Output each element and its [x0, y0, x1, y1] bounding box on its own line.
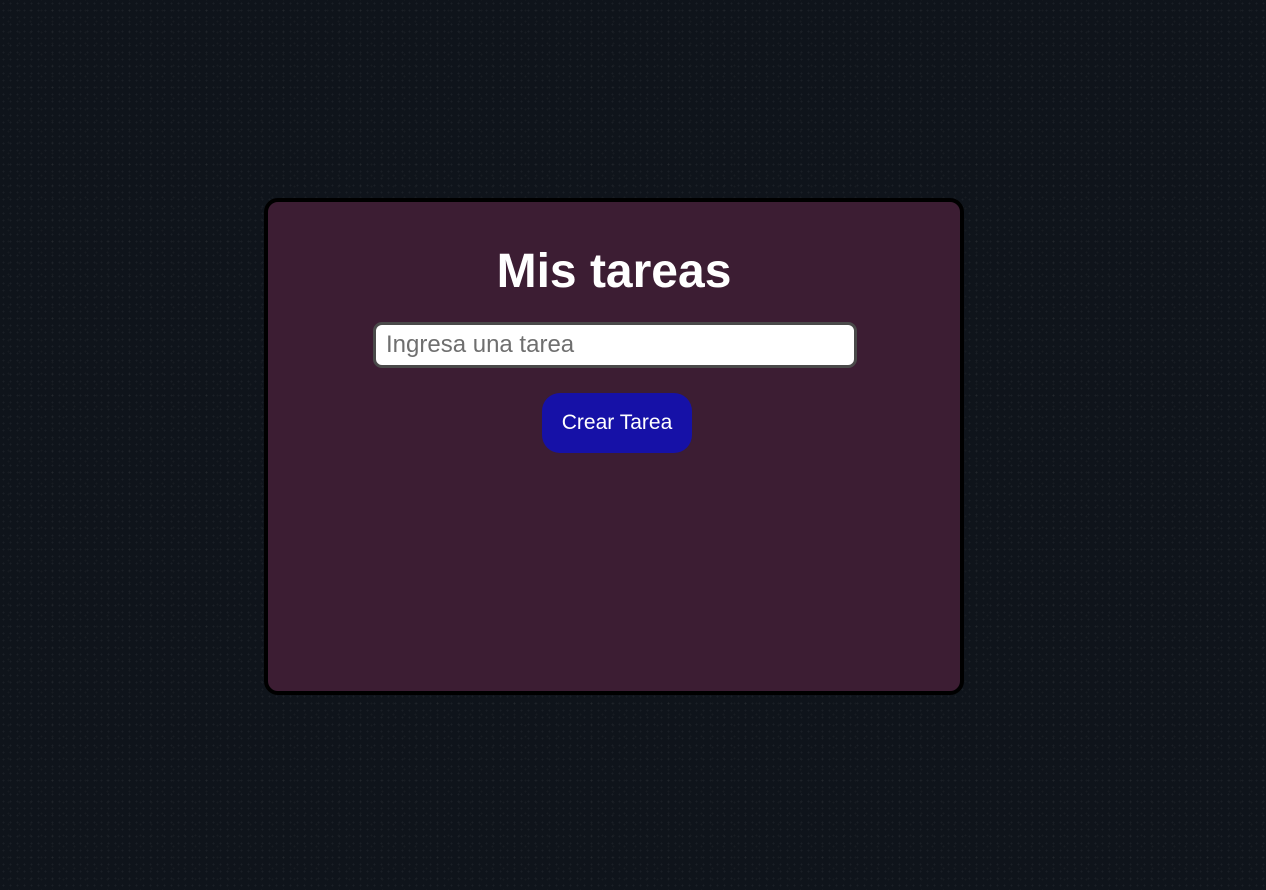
task-card: Mis tareas Crear Tarea: [264, 198, 964, 695]
page-title: Mis tareas: [496, 245, 732, 298]
create-task-button[interactable]: Crear Tarea: [542, 393, 692, 453]
task-input[interactable]: [373, 322, 857, 368]
